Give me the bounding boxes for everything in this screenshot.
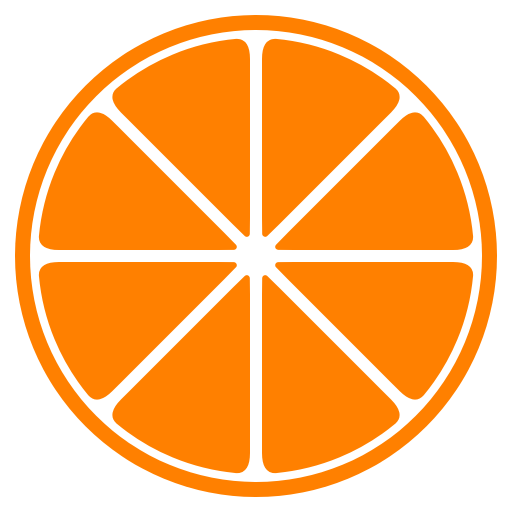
orange-slice-graphic bbox=[0, 0, 512, 512]
orange-slice-icon bbox=[0, 0, 512, 512]
orange-pith bbox=[30, 30, 482, 482]
